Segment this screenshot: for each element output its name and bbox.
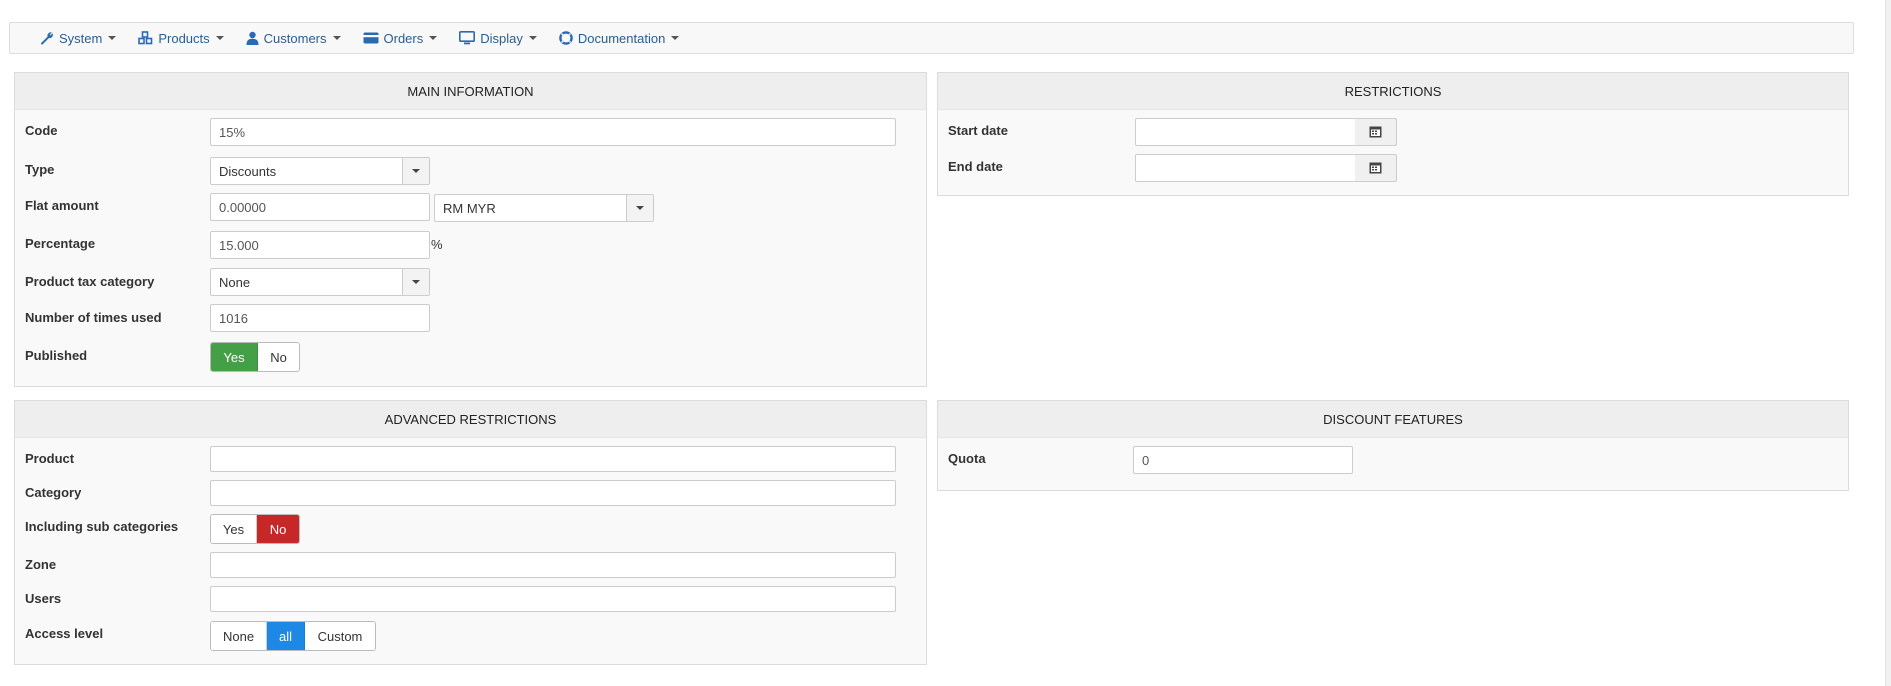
- percent-unit: %: [431, 237, 443, 252]
- menu-customers[interactable]: Customers: [246, 31, 341, 46]
- access-level-label: Access level: [25, 626, 104, 641]
- users-label: Users: [25, 591, 62, 606]
- type-select-value: Discounts: [219, 163, 277, 179]
- code-input[interactable]: [210, 118, 896, 146]
- type-select[interactable]: Discounts: [210, 157, 430, 185]
- sub-categories-yes-button[interactable]: Yes: [211, 515, 257, 543]
- access-none-button[interactable]: None: [211, 622, 267, 650]
- menu-products-label: Products: [158, 30, 210, 46]
- published-label: Published: [25, 348, 88, 363]
- flat-amount-label: Flat amount: [25, 198, 99, 213]
- sub-categories-no-button[interactable]: No: [257, 515, 299, 543]
- tax-category-select-value: None: [219, 274, 251, 290]
- start-date-label: Start date: [948, 123, 1008, 138]
- code-label: Code: [25, 123, 58, 138]
- tax-category-select[interactable]: None: [210, 268, 430, 296]
- menu-products[interactable]: Products: [138, 30, 224, 46]
- discount-features-title: DISCOUNT FEATURES: [938, 401, 1848, 438]
- main-information-title: MAIN INFORMATION: [15, 73, 926, 110]
- chevron-down-icon: [412, 280, 420, 284]
- quota-label: Quota: [948, 451, 986, 466]
- zone-label: Zone: [25, 557, 57, 572]
- menu-orders[interactable]: Orders: [363, 31, 438, 46]
- menu-orders-label: Orders: [383, 30, 424, 46]
- published-no-button[interactable]: No: [258, 343, 299, 371]
- monitor-icon: [459, 31, 476, 45]
- end-date-picker-button[interactable]: [1355, 154, 1397, 182]
- sub-categories-label: Including sub categories: [25, 519, 179, 534]
- access-all-button[interactable]: all: [267, 622, 305, 650]
- end-date-label: End date: [948, 159, 1003, 174]
- menu-system[interactable]: System: [40, 30, 117, 46]
- calendar-icon: [1369, 126, 1382, 138]
- start-date-picker-button[interactable]: [1355, 118, 1397, 146]
- quota-input[interactable]: [1133, 446, 1353, 474]
- product-label: Product: [25, 451, 75, 466]
- menu-customers-label: Customers: [263, 30, 327, 46]
- published-yes-button[interactable]: Yes: [211, 343, 258, 371]
- access-custom-button[interactable]: Custom: [305, 622, 375, 650]
- chevron-down-icon: [636, 206, 644, 210]
- scrollbar[interactable]: [1885, 0, 1891, 686]
- menu-documentation[interactable]: Documentation: [559, 30, 680, 46]
- percentage-input[interactable]: [210, 231, 430, 259]
- calendar-icon: [1369, 162, 1382, 174]
- chevron-down-icon: [528, 36, 537, 40]
- discount-features-panel: DISCOUNT FEATURES: [937, 400, 1849, 491]
- menu-display[interactable]: Display: [459, 31, 537, 46]
- menu-documentation-label: Documentation: [577, 30, 666, 46]
- category-label: Category: [25, 485, 82, 500]
- cubes-icon: [138, 31, 153, 45]
- end-date-input[interactable]: [1135, 154, 1356, 182]
- chevron-down-icon: [412, 169, 420, 173]
- user-icon: [246, 31, 259, 45]
- flat-amount-input[interactable]: [210, 193, 430, 221]
- chevron-down-icon: [215, 36, 224, 40]
- access-level-toggle: None all Custom: [210, 621, 376, 651]
- chevron-down-icon: [108, 36, 117, 40]
- menu-system-label: System: [59, 30, 103, 46]
- chevron-down-icon: [429, 36, 438, 40]
- tax-category-select-toggle[interactable]: [402, 269, 429, 295]
- wrench-icon: [40, 31, 54, 45]
- currency-select[interactable]: RM MYR: [434, 194, 654, 222]
- menu-display-label: Display: [480, 30, 523, 46]
- type-select-toggle[interactable]: [402, 158, 429, 184]
- users-input[interactable]: [210, 586, 896, 612]
- category-input[interactable]: [210, 480, 896, 506]
- life-ring-icon: [559, 31, 573, 45]
- times-used-input[interactable]: [210, 304, 430, 332]
- advanced-restrictions-title: ADVANCED RESTRICTIONS: [15, 401, 926, 438]
- start-date-input[interactable]: [1135, 118, 1356, 146]
- sub-categories-toggle: Yes No: [210, 514, 300, 544]
- type-label: Type: [25, 162, 55, 177]
- currency-select-toggle[interactable]: [626, 195, 653, 221]
- chevron-down-icon: [671, 36, 680, 40]
- published-toggle: Yes No: [210, 342, 300, 372]
- restrictions-title: RESTRICTIONS: [938, 73, 1848, 110]
- chevron-down-icon: [332, 36, 341, 40]
- currency-select-value: RM MYR: [443, 200, 496, 216]
- times-used-label: Number of times used: [25, 310, 162, 325]
- top-menu-bar: System Products Customers Orders Display: [9, 22, 1854, 54]
- product-input[interactable]: [210, 446, 896, 472]
- percentage-label: Percentage: [25, 236, 96, 251]
- zone-input[interactable]: [210, 552, 896, 578]
- credit-card-icon: [363, 32, 379, 44]
- tax-category-label: Product tax category: [25, 274, 155, 289]
